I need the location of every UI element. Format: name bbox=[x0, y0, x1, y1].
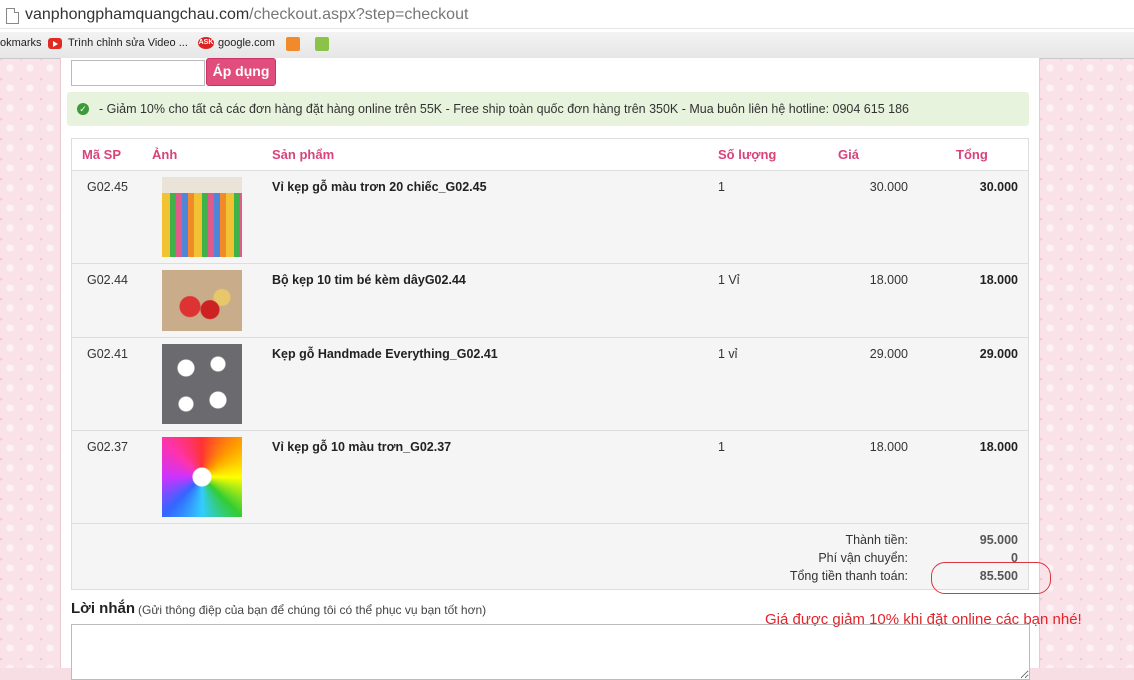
price: 18.000 bbox=[869, 273, 908, 287]
sku: G02.41 bbox=[87, 347, 129, 361]
highlight-circle bbox=[931, 562, 1051, 594]
product-name[interactable]: Bộ kẹp 10 tim bé kèm dâyG02.44 bbox=[272, 273, 466, 287]
col-sku: Mã SP bbox=[82, 147, 122, 162]
url-path: /checkout.aspx?step=checkout bbox=[249, 6, 469, 23]
price: 30.000 bbox=[869, 180, 908, 194]
table-row: G02.45 Vỉ kẹp gỗ màu trơn 20 chiếc_G02.4… bbox=[72, 171, 1028, 264]
url-host: vanphongphamquangchau.com bbox=[25, 6, 250, 23]
table-row: G02.37 Vỉ kẹp gỗ 10 màu trơn_G02.37 1 18… bbox=[72, 431, 1028, 524]
col-total: Tổng bbox=[956, 147, 988, 162]
extension-icon bbox=[286, 37, 300, 51]
col-qty: Số lượng bbox=[718, 147, 777, 162]
url-text[interactable]: vanphongphamquangchau.com/checkout.aspx?… bbox=[25, 6, 468, 24]
sku: G02.45 bbox=[87, 180, 129, 194]
sku: G02.37 bbox=[87, 440, 129, 454]
shipping-label: Phí vận chuyển: bbox=[818, 551, 908, 565]
message-hint: (Gửi thông điệp của bạn để chúng tôi có … bbox=[138, 603, 487, 617]
product-name[interactable]: Vỉ kẹp gỗ 10 màu trơn_G02.37 bbox=[272, 440, 451, 454]
line-total: 30.000 bbox=[979, 180, 1018, 194]
coupon-input[interactable] bbox=[71, 60, 205, 86]
address-bar-divider bbox=[0, 28, 1134, 29]
grand-total-label: Tổng tiền thanh toán: bbox=[789, 569, 908, 583]
quantity: 1 Vỉ bbox=[718, 273, 740, 287]
bookmark-label: google.com bbox=[218, 37, 275, 49]
promo-notice-text: - Giảm 10% cho tất cả các đơn hàng đặt h… bbox=[99, 102, 909, 116]
address-bar[interactable]: vanphongphamquangchau.com/checkout.aspx?… bbox=[0, 0, 1134, 33]
line-total: 18.000 bbox=[979, 273, 1018, 287]
bookmark-extension-2[interactable] bbox=[315, 37, 329, 51]
price: 29.000 bbox=[869, 347, 908, 361]
product-image[interactable] bbox=[162, 344, 242, 424]
product-image[interactable] bbox=[162, 177, 242, 257]
product-image[interactable] bbox=[162, 270, 242, 331]
price: 18.000 bbox=[869, 440, 908, 454]
quantity: 1 vỉ bbox=[718, 347, 738, 361]
table-row: G02.41 Kẹp gỗ Handmade Everything_G02.41… bbox=[72, 338, 1028, 431]
bookmark-label: Trình chỉnh sửa Video ... bbox=[68, 37, 188, 49]
product-name[interactable]: Kẹp gỗ Handmade Everything_G02.41 bbox=[272, 347, 498, 361]
bookmark-video-editor[interactable]: Trình chỉnh sửa Video ... bbox=[48, 37, 188, 49]
page-icon bbox=[6, 8, 19, 24]
promo-notice: ✓ - Giảm 10% cho tất cả các đơn hàng đặt… bbox=[67, 92, 1029, 126]
subtotal-label: Thành tiền: bbox=[845, 533, 908, 547]
quantity: 1 bbox=[718, 440, 725, 454]
order-summary: Thành tiền: 95.000 Phí vận chuyển: 0 Tổn… bbox=[72, 524, 1028, 589]
sku: G02.44 bbox=[87, 273, 129, 287]
col-image: Ảnh bbox=[152, 147, 178, 162]
line-total: 18.000 bbox=[979, 440, 1018, 454]
bookmark-label: okmarks bbox=[0, 37, 42, 49]
col-price: Giá bbox=[838, 147, 859, 162]
line-total: 29.000 bbox=[979, 347, 1018, 361]
product-image[interactable] bbox=[162, 437, 242, 517]
bookmarks-bar: okmarks Trình chỉnh sửa Video ... ASK go… bbox=[0, 32, 1134, 59]
product-name[interactable]: Vỉ kẹp gỗ màu trơn 20 chiếc_G02.45 bbox=[272, 180, 487, 194]
col-product: Sản phẩm bbox=[272, 147, 335, 162]
bookmark-extension-1[interactable] bbox=[286, 37, 300, 51]
ask-icon: ASK bbox=[198, 37, 214, 49]
subtotal-value: 95.000 bbox=[979, 533, 1018, 547]
check-circle-icon: ✓ bbox=[77, 103, 89, 115]
table-row: G02.44 Bộ kẹp 10 tim bé kèm dâyG02.44 1 … bbox=[72, 264, 1028, 338]
bookmark-google[interactable]: ASK google.com bbox=[198, 37, 275, 49]
apply-coupon-button[interactable]: Áp dụng bbox=[206, 58, 276, 86]
bookmark-bookmarks[interactable]: okmarks bbox=[0, 37, 42, 49]
youtube-icon bbox=[48, 37, 62, 49]
checkout-panel: Áp dụng ✓ - Giảm 10% cho tất cả các đơn … bbox=[60, 58, 1051, 680]
cart-table: Mã SP Ảnh Sản phẩm Số lượng Giá Tổng G02… bbox=[71, 138, 1029, 590]
quantity: 1 bbox=[718, 180, 725, 194]
discount-annotation: Giá được giảm 10% khi đặt online các bạn… bbox=[765, 611, 1082, 628]
cart-header: Mã SP Ảnh Sản phẩm Số lượng Giá Tổng bbox=[72, 139, 1028, 171]
bookmark-b-icon bbox=[315, 37, 329, 51]
message-label: Lời nhắn bbox=[71, 600, 135, 617]
message-textarea[interactable] bbox=[71, 624, 1030, 680]
